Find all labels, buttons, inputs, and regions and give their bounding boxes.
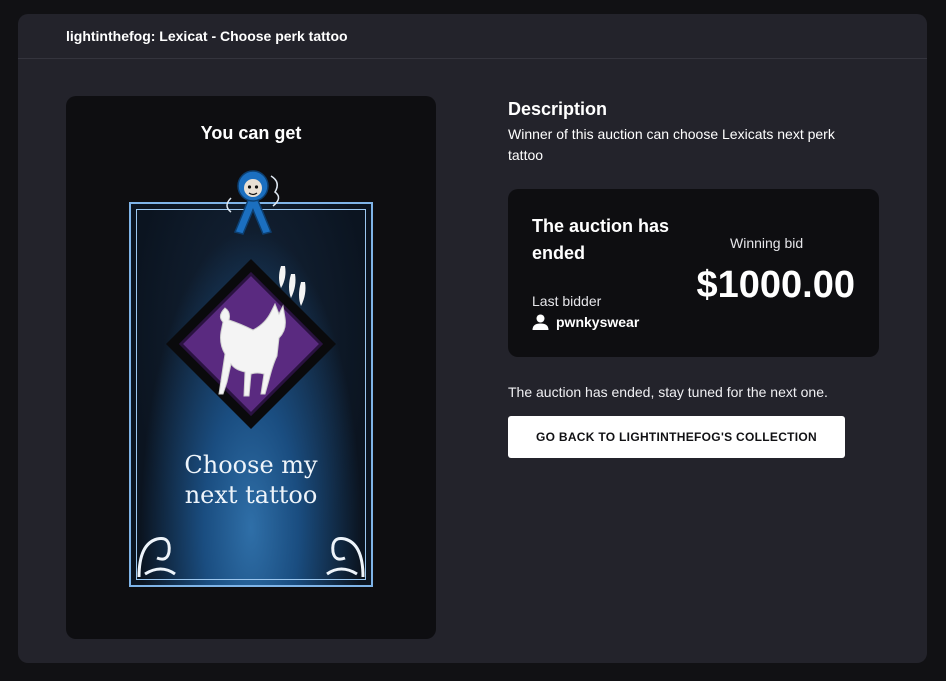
winning-bid-label: Winning bid: [730, 235, 804, 251]
last-bidder: pwnkyswear: [532, 314, 639, 330]
awareness-ribbon-icon: [226, 170, 280, 235]
page-title: lightinthefog: Lexicat - Choose perk tat…: [66, 28, 348, 44]
perk-card-image: Choose my next tattoo: [129, 202, 373, 587]
description-heading: Description: [508, 99, 608, 119]
reward-heading: You can get: [200, 123, 302, 143]
auction-window: lightinthefog: Lexicat - Choose perk tat…: [18, 14, 927, 663]
description-text: Winner of this auction can choose Lexica…: [508, 126, 835, 163]
auction-status: The auction has ended: [532, 216, 670, 263]
reward-panel: You can get Choose my next tattoo: [66, 96, 436, 639]
auction-ended-note: The auction has ended, stay tuned for th…: [508, 384, 828, 400]
card-flourish-icon: [137, 537, 365, 578]
card-caption-line-2: next tattoo: [184, 481, 318, 509]
last-bidder-label: Last bidder: [532, 293, 602, 309]
last-bidder-name: pwnkyswear: [556, 314, 640, 330]
auction-result-box: The auction has ended Last bidder pwnkys…: [508, 189, 879, 357]
card-caption-line-1: Choose my: [184, 451, 318, 479]
winning-bid-amount: $1000.00: [696, 264, 856, 306]
card-caption: Choose my next tattoo: [131, 450, 371, 510]
window-header: lightinthefog: Lexicat - Choose perk tat…: [18, 14, 927, 59]
user-icon: [532, 314, 549, 330]
auction-info: Description Winner of this auction can c…: [508, 98, 888, 458]
perk-art: [137, 259, 365, 578]
back-to-collection-button[interactable]: GO BACK TO LIGHTINTHEFOG'S COLLECTION: [508, 416, 845, 458]
